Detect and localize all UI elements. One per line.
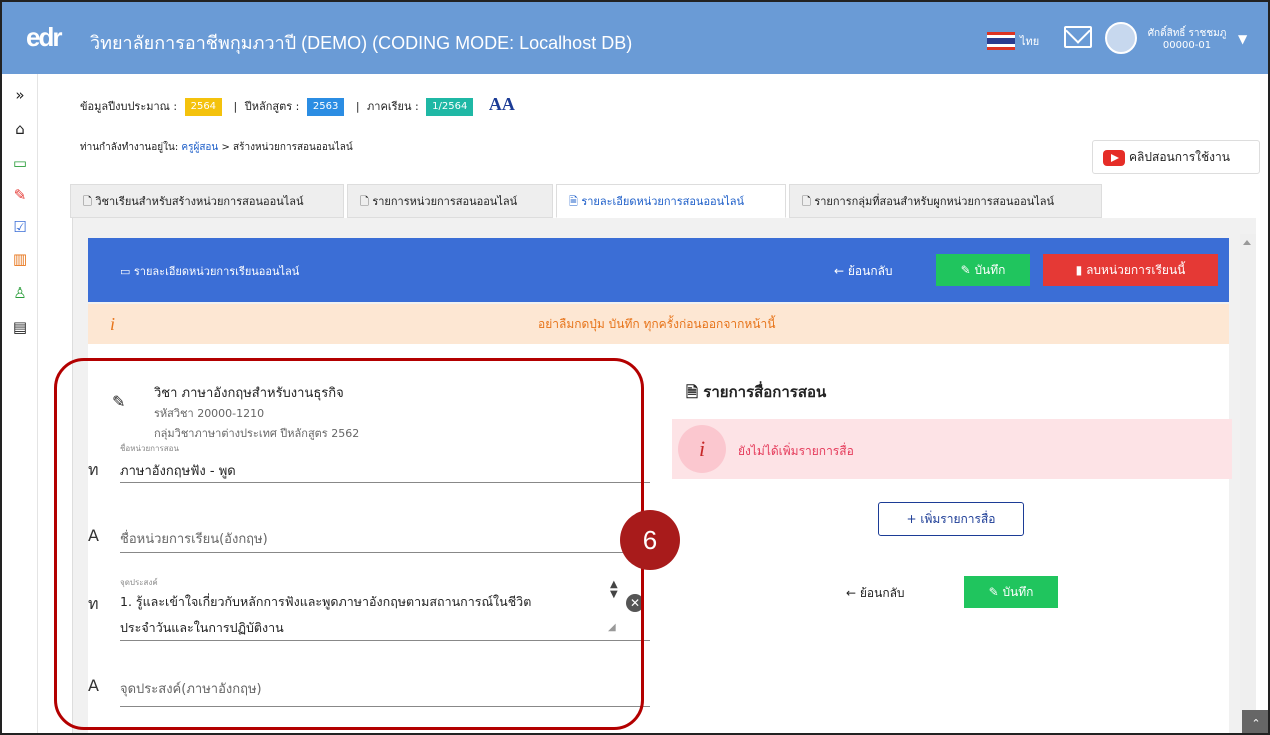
home-icon[interactable]: ⌂ xyxy=(11,120,29,138)
tab-unit-details[interactable]: 🗎 รายละเอียดหน่วยการสอนออนไลน์ xyxy=(556,184,786,218)
info-bar: ข้อมูลปีงบประมาณ : 2564 | ปีหลักสูตร : 2… xyxy=(80,94,515,116)
pencil-icon[interactable]: ✎ xyxy=(11,186,29,204)
back-button[interactable]: ← ย้อนกลับ xyxy=(834,262,893,281)
resize-handle-icon[interactable]: ◢ xyxy=(608,622,616,633)
media-title-text: รายการสื่อการสอน xyxy=(703,383,827,401)
media-list-title: 🗎 รายการสื่อการสอน xyxy=(686,383,827,401)
objective-label: จุดประสงค์ xyxy=(120,578,158,587)
scrollbar[interactable] xyxy=(1240,234,1256,733)
field-underline xyxy=(120,552,650,553)
thai-input-icon: ท xyxy=(88,460,99,479)
objective-field[interactable]: จุดประสงค์ ท 1. รู้และเข้าใจเกี่ยวกับหลั… xyxy=(88,576,688,641)
help-video-button[interactable]: คลิปสอนการใช้งาน xyxy=(1092,140,1260,174)
warning-alert: i อย่าลืมกดปุ่ม บันทึก ทุกครั้งก่อนออกจา… xyxy=(88,304,1229,344)
expand-sidebar-icon[interactable]: » xyxy=(11,86,29,104)
add-media-button[interactable]: + เพิ่มรายการสื่อ xyxy=(878,502,1024,536)
user-name: ศักดิ์สิทธิ์ ราชชมภู xyxy=(1147,28,1227,39)
edit-pencil-icon: ✎ xyxy=(112,392,126,411)
media-empty-text: ยังไม่ได้เพิ่มรายการสื่อ xyxy=(738,444,854,458)
term-badge[interactable]: 1/2564 xyxy=(426,98,474,116)
term-label: ภาคเรียน : xyxy=(367,100,419,113)
english-input-icon: A xyxy=(88,526,99,545)
top-bar: edr วิทยาลัยการอาชีพกุมภวาปี (DEMO) (COD… xyxy=(2,2,1268,74)
avatar[interactable] xyxy=(1105,22,1137,54)
language-label[interactable]: ไทย xyxy=(1020,32,1039,50)
unit-name-label: ชื่อหน่วยการสอน xyxy=(120,444,179,453)
english-input-icon: A xyxy=(88,676,99,695)
warning-text: อย่าลืมกดปุ่ม บันทึก ทุกครั้งก่อนออกจากห… xyxy=(538,317,776,331)
thai-flag-icon[interactable] xyxy=(987,32,1015,50)
textarea-spinner[interactable]: ▲ ▼ xyxy=(610,580,618,600)
back-button-bottom[interactable]: ← ย้อนกลับ xyxy=(846,584,905,603)
delete-label: ลบหน่วยการเรียนนี้ xyxy=(1086,263,1186,277)
save-button-bottom[interactable]: ✎ บันทึก xyxy=(964,576,1058,608)
scroll-up-icon[interactable] xyxy=(1243,240,1251,245)
objective-en-placeholder: จุดประสงค์(ภาษาอังกฤษ) xyxy=(120,682,262,697)
subject-name: วิชา ภาษาอังกฤษสำหรับงานธุรกิจ xyxy=(154,386,344,401)
budget-badge[interactable]: 2564 xyxy=(184,98,223,116)
curriculum-badge[interactable]: 2563 xyxy=(306,98,345,116)
media-empty-alert: i ยังไม่ได้เพิ่มรายการสื่อ xyxy=(672,419,1232,479)
thai-input-icon: ท xyxy=(88,594,99,613)
unit-name-value: ภาษาอังกฤษฟัง - พูด xyxy=(120,464,236,479)
user-menu[interactable]: ศักดิ์สิทธิ์ ราชชมภู 00000-01 xyxy=(1147,28,1227,52)
tab-subjects[interactable]: 🗋 วิชาเรียนสำหรับสร้างหน่วยการสอนออนไลน์ xyxy=(70,184,344,218)
tab-teaching-groups[interactable]: 🗋 รายการกลุ่มที่สอนสำหรับผูกหน่วยการสอนอ… xyxy=(789,184,1102,218)
field-underline xyxy=(120,482,650,483)
user-menu-caret-icon[interactable]: ▼ xyxy=(1238,32,1247,46)
back-label: ย้อนกลับ xyxy=(859,586,905,600)
objective-line-2: ประจำวันและในการปฏิบัติงาน xyxy=(120,620,284,635)
breadcrumb-prefix: ท่านกำลังทำงานอยู่ใน: xyxy=(80,142,179,153)
save-label: บันทึก xyxy=(1002,585,1034,599)
budget-label: ข้อมูลปีงบประมาณ : xyxy=(80,100,178,113)
monitor-icon[interactable]: ▭ xyxy=(11,154,29,172)
clear-field-icon[interactable]: ✕ xyxy=(626,594,644,612)
unit-name-en-field[interactable]: A ชื่อหน่วยการเรียน(อังกฤษ) xyxy=(88,520,688,556)
objective-line-1: 1. รู้และเข้าใจเกี่ยวกับหลักการฟังและพูด… xyxy=(120,594,532,609)
info-icon: i xyxy=(678,425,726,473)
archive-icon[interactable]: ▤ xyxy=(11,318,29,336)
subject-code: รหัสวิชา 20000-1210 xyxy=(154,407,265,420)
books-icon[interactable]: ▥ xyxy=(11,250,29,268)
unit-name-field[interactable]: ชื่อหน่วยการสอน ท ภาษาอังกฤษฟัง - พูด xyxy=(88,440,688,488)
help-video-label: คลิปสอนการใช้งาน xyxy=(1129,150,1230,164)
app-title: วิทยาลัยการอาชีพกุมภวาปี (DEMO) (CODING … xyxy=(90,33,633,53)
tab-label: รายละเอียดหน่วยการสอนออนไลน์ xyxy=(581,195,744,208)
tab-label: รายการกลุ่มที่สอนสำหรับผูกหน่วยการสอนออน… xyxy=(814,195,1055,208)
curriculum-label: ปีหลักสูตร : xyxy=(244,100,300,113)
breadcrumb: ท่านกำลังทำงานอยู่ใน: ครูผู้สอน > สร้างห… xyxy=(80,140,353,155)
font-size-toggle[interactable]: AA xyxy=(489,94,515,114)
delete-unit-button[interactable]: ▮ ลบหน่วยการเรียนนี้ xyxy=(1043,254,1218,286)
mail-icon[interactable] xyxy=(1064,26,1092,48)
objective-en-field[interactable]: A จุดประสงค์(ภาษาอังกฤษ) xyxy=(88,670,688,710)
breadcrumb-current: > สร้างหน่วยการสอนออนไลน์ xyxy=(221,142,353,153)
field-underline xyxy=(120,640,650,641)
sidebar: » ⌂ ▭ ✎ ☑ ▥ ♙ ▤ xyxy=(2,74,38,733)
user-icon[interactable]: ♙ xyxy=(11,284,29,302)
tab-label: รายการหน่วยการสอนออนไลน์ xyxy=(372,195,518,208)
info-icon: i xyxy=(110,314,116,334)
details-title: ▭ รายละเอียดหน่วยการเรียนออนไลน์ xyxy=(120,265,300,278)
checklist-icon[interactable]: ☑ xyxy=(11,218,29,236)
save-label: บันทึก xyxy=(974,263,1006,277)
app-frame: edr วิทยาลัยการอาชีพกุมภวาปี (DEMO) (COD… xyxy=(0,0,1270,735)
breadcrumb-link[interactable]: ครูผู้สอน xyxy=(181,142,218,153)
scroll-to-top-button[interactable]: ⌃ xyxy=(1242,710,1268,733)
youtube-icon xyxy=(1103,150,1125,166)
details-header: ▭ รายละเอียดหน่วยการเรียนออนไลน์ ← ย้อนก… xyxy=(88,238,1229,302)
back-label: ย้อนกลับ xyxy=(847,264,893,278)
save-button[interactable]: ✎ บันทึก xyxy=(936,254,1030,286)
field-underline xyxy=(120,706,650,707)
unit-name-en-placeholder: ชื่อหน่วยการเรียน(อังกฤษ) xyxy=(120,532,268,547)
app-logo[interactable]: edr xyxy=(26,22,62,53)
tab-label: วิชาเรียนสำหรับสร้างหน่วยการสอนออนไลน์ xyxy=(95,195,304,208)
details-title-text: รายละเอียดหน่วยการเรียนออนไลน์ xyxy=(133,265,300,278)
tab-unit-list[interactable]: 🗋 รายการหน่วยการสอนออนไลน์ xyxy=(347,184,553,218)
user-id: 00000-01 xyxy=(1162,40,1212,51)
annotation-step-badge: 6 xyxy=(620,510,680,570)
